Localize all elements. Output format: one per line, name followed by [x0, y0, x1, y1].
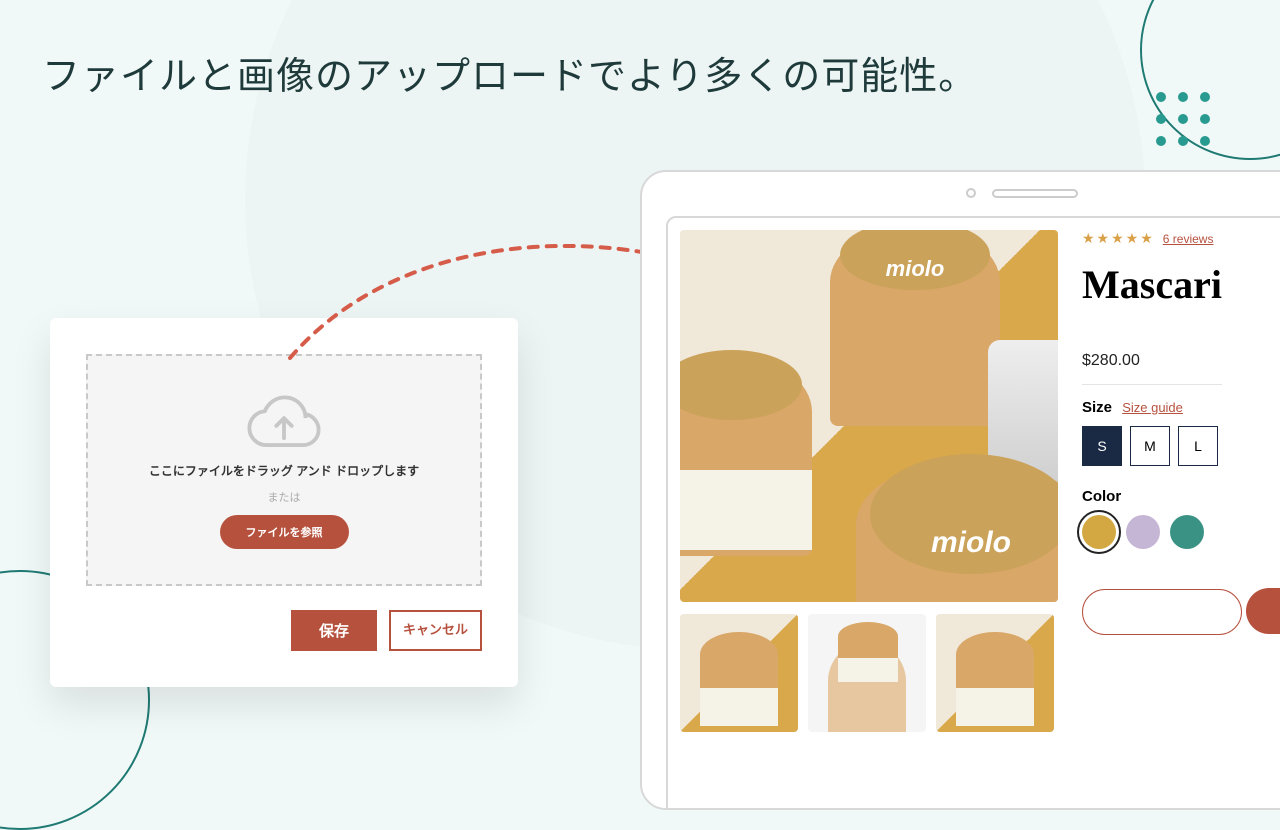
- color-swatch-lilac[interactable]: [1126, 515, 1160, 549]
- size-option-m[interactable]: M: [1130, 426, 1170, 466]
- divider: [1082, 384, 1222, 385]
- color-label: Color: [1082, 488, 1280, 505]
- size-guide-link[interactable]: Size guide: [1122, 400, 1183, 415]
- thumbnail-3[interactable]: [936, 614, 1054, 732]
- color-swatch-gold[interactable]: [1082, 515, 1116, 549]
- color-swatch-teal[interactable]: [1170, 515, 1204, 549]
- tablet-frame: miolo miolo ★★★★★ 6 reviews Mascari $280…: [640, 170, 1280, 810]
- upload-card: ここにファイルをドラッグ アンド ドロップします または ファイルを参照 保存 …: [50, 318, 518, 687]
- size-label: Size Size guide: [1082, 399, 1280, 416]
- size-option-s[interactable]: S: [1082, 426, 1122, 466]
- reviews-link[interactable]: 6 reviews: [1163, 232, 1214, 246]
- size-option-l[interactable]: L: [1178, 426, 1218, 466]
- product-title: Mascari: [1082, 261, 1280, 308]
- tablet-camera-icon: [966, 188, 976, 198]
- thumbnail-1[interactable]: [680, 614, 798, 732]
- product-price: $280.00: [1082, 352, 1280, 370]
- dropzone[interactable]: ここにファイルをドラッグ アンド ドロップします または ファイルを参照: [86, 354, 482, 586]
- page-headline: ファイルと画像のアップロードでより多くの可能性。: [42, 50, 977, 105]
- cloud-upload-icon: [245, 392, 323, 452]
- brand-text: miolo: [830, 256, 1000, 282]
- dropzone-text: ここにファイルをドラッグ アンド ドロップします: [149, 462, 419, 479]
- thumbnail-2[interactable]: [808, 614, 926, 732]
- brand-text-2: miolo: [856, 526, 1058, 560]
- product-main-image[interactable]: miolo miolo: [680, 230, 1058, 602]
- tablet-speaker-icon: [992, 189, 1078, 198]
- rating-row: ★★★★★ 6 reviews: [1082, 230, 1280, 247]
- secondary-action-button[interactable]: [1082, 589, 1242, 635]
- decorative-dots: [1156, 92, 1210, 146]
- browse-files-button[interactable]: ファイルを参照: [220, 515, 349, 549]
- product-gallery: miolo miolo: [680, 230, 1058, 808]
- primary-action-button[interactable]: [1246, 588, 1280, 634]
- star-icons: ★★★★★: [1082, 230, 1155, 247]
- save-button[interactable]: 保存: [291, 610, 377, 651]
- cancel-button[interactable]: キャンセル: [389, 610, 482, 651]
- dropzone-or: または: [268, 489, 301, 505]
